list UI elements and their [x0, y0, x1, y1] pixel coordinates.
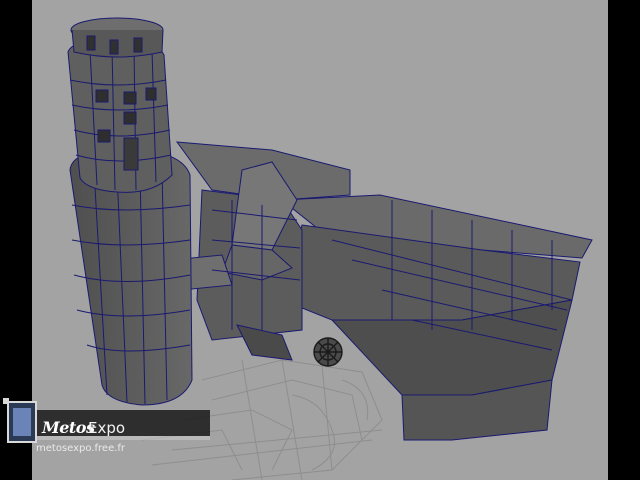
- upper-tower: [67, 37, 173, 193]
- monitor-emblem-icon: [3, 398, 37, 443]
- tower-cap: [70, 17, 164, 58]
- right-wing: [280, 194, 593, 441]
- watermark-suffix-text: Expo: [88, 419, 126, 437]
- watermark-logo-text: Metos: [42, 418, 95, 437]
- watermark-url: metosexpo.free.fr: [36, 443, 126, 454]
- round-hatch: [313, 337, 343, 367]
- render-frame: Metos Expo metosexpo.free.fr: [0, 0, 640, 480]
